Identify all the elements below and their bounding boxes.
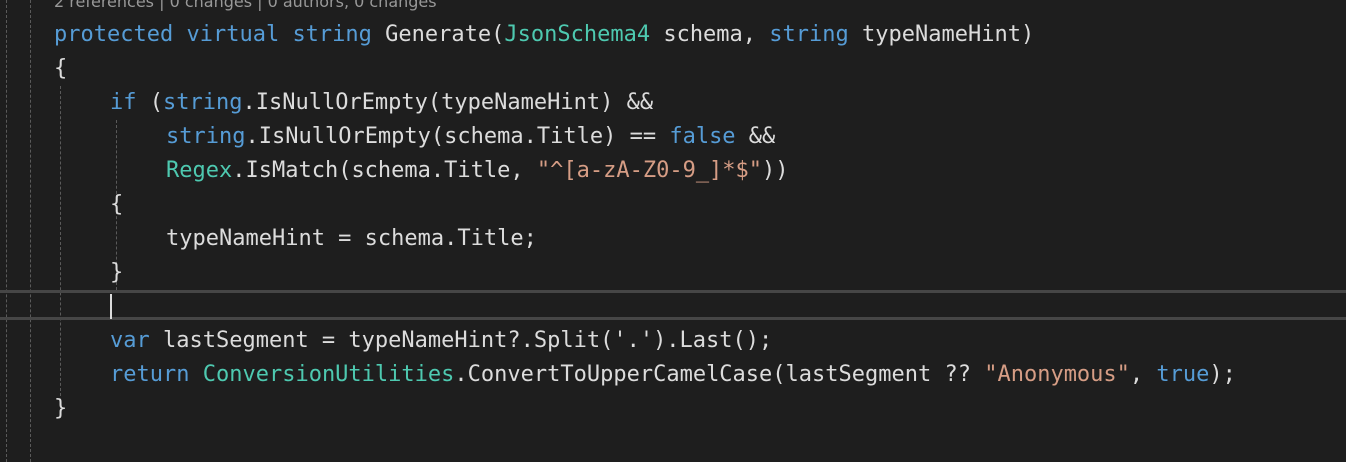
indent-guide-method-left: [30, 0, 31, 462]
code-line-assignment: typeNameHint = schema.Title;: [166, 222, 537, 256]
code-line-condition-2: string.IsNullOrEmpty(schema.Title) == fa…: [166, 120, 775, 154]
param-typenamehint: typeNameHint): [848, 22, 1035, 47]
keyword-true: true: [1156, 362, 1210, 387]
var-text: lastSegment = typeNameHint?.Split('.').L…: [149, 328, 773, 353]
code-line-if-close-brace: }: [110, 256, 123, 290]
assignment-text: typeNameHint = schema.Title;: [166, 226, 537, 251]
method-close-brace: }: [54, 396, 68, 421]
keyword-return: return: [110, 362, 190, 387]
return-text: .ConvertToUpperCamelCase(lastSegment ??: [454, 362, 985, 387]
anonymous-string-literal: "Anonymous": [984, 362, 1130, 387]
current-line-highlight: [0, 290, 1346, 320]
code-line-condition-3: Regex.IsMatch(schema.Title, "^[a-zA-Z0-9…: [166, 154, 789, 188]
cond3-close: )): [762, 158, 789, 183]
text-caret: [110, 294, 112, 319]
param-schema: schema,: [650, 22, 770, 47]
code-line-if-open-brace: {: [110, 188, 123, 222]
cond1-text: .IsNullOrEmpty(typeNameHint) &&: [242, 90, 654, 115]
keyword-var: var: [110, 328, 150, 353]
keyword-if: if: [110, 90, 137, 115]
return-comma: ,: [1129, 362, 1157, 387]
indent-guide-outer: [6, 0, 7, 462]
code-line-method-close-brace: }: [54, 392, 67, 426]
type-jsonschema4: JsonSchema4: [504, 22, 651, 47]
code-line-if: if (string.IsNullOrEmpty(typeNameHint) &…: [110, 86, 653, 120]
type-conversionutilities: ConversionUtilities: [202, 362, 455, 387]
regex-string-literal: "^[a-zA-Z0-9_]*$": [536, 158, 763, 183]
keyword-protected: protected: [54, 22, 174, 47]
cond3-text: .IsMatch(schema.Title,: [232, 158, 537, 183]
return-end: );: [1209, 362, 1236, 387]
indent-guide-method-body: [60, 86, 61, 396]
keyword-string: string: [292, 22, 372, 47]
keyword-string-cond2: string: [166, 124, 246, 149]
code-line-method-open-brace: {: [54, 52, 67, 86]
code-line-return: return ConversionUtilities.ConvertToUppe…: [110, 358, 1236, 392]
cond2-and: &&: [735, 124, 776, 149]
method-name: Generate(: [371, 22, 505, 47]
keyword-virtual: virtual: [186, 22, 280, 47]
method-open-brace: {: [54, 56, 68, 81]
code-editor[interactable]: 2 references | 0 changes | 0 authors, 0 …: [0, 0, 1346, 462]
if-open-paren: (: [136, 90, 163, 115]
type-regex: Regex: [166, 158, 233, 183]
keyword-string-cond1: string: [163, 90, 243, 115]
keyword-false: false: [669, 124, 736, 149]
if-open-brace: {: [110, 192, 124, 217]
code-line-signature: protected virtual string Generate(JsonSc…: [54, 18, 1034, 52]
keyword-string-param: string: [769, 22, 849, 47]
if-close-brace: }: [110, 260, 124, 285]
code-line-var: var lastSegment = typeNameHint?.Split('.…: [110, 324, 772, 358]
cond2-text: .IsNullOrEmpty(schema.Title) ==: [245, 124, 670, 149]
codelens-references[interactable]: 2 references | 0 changes | 0 authors, 0 …: [54, 0, 437, 13]
